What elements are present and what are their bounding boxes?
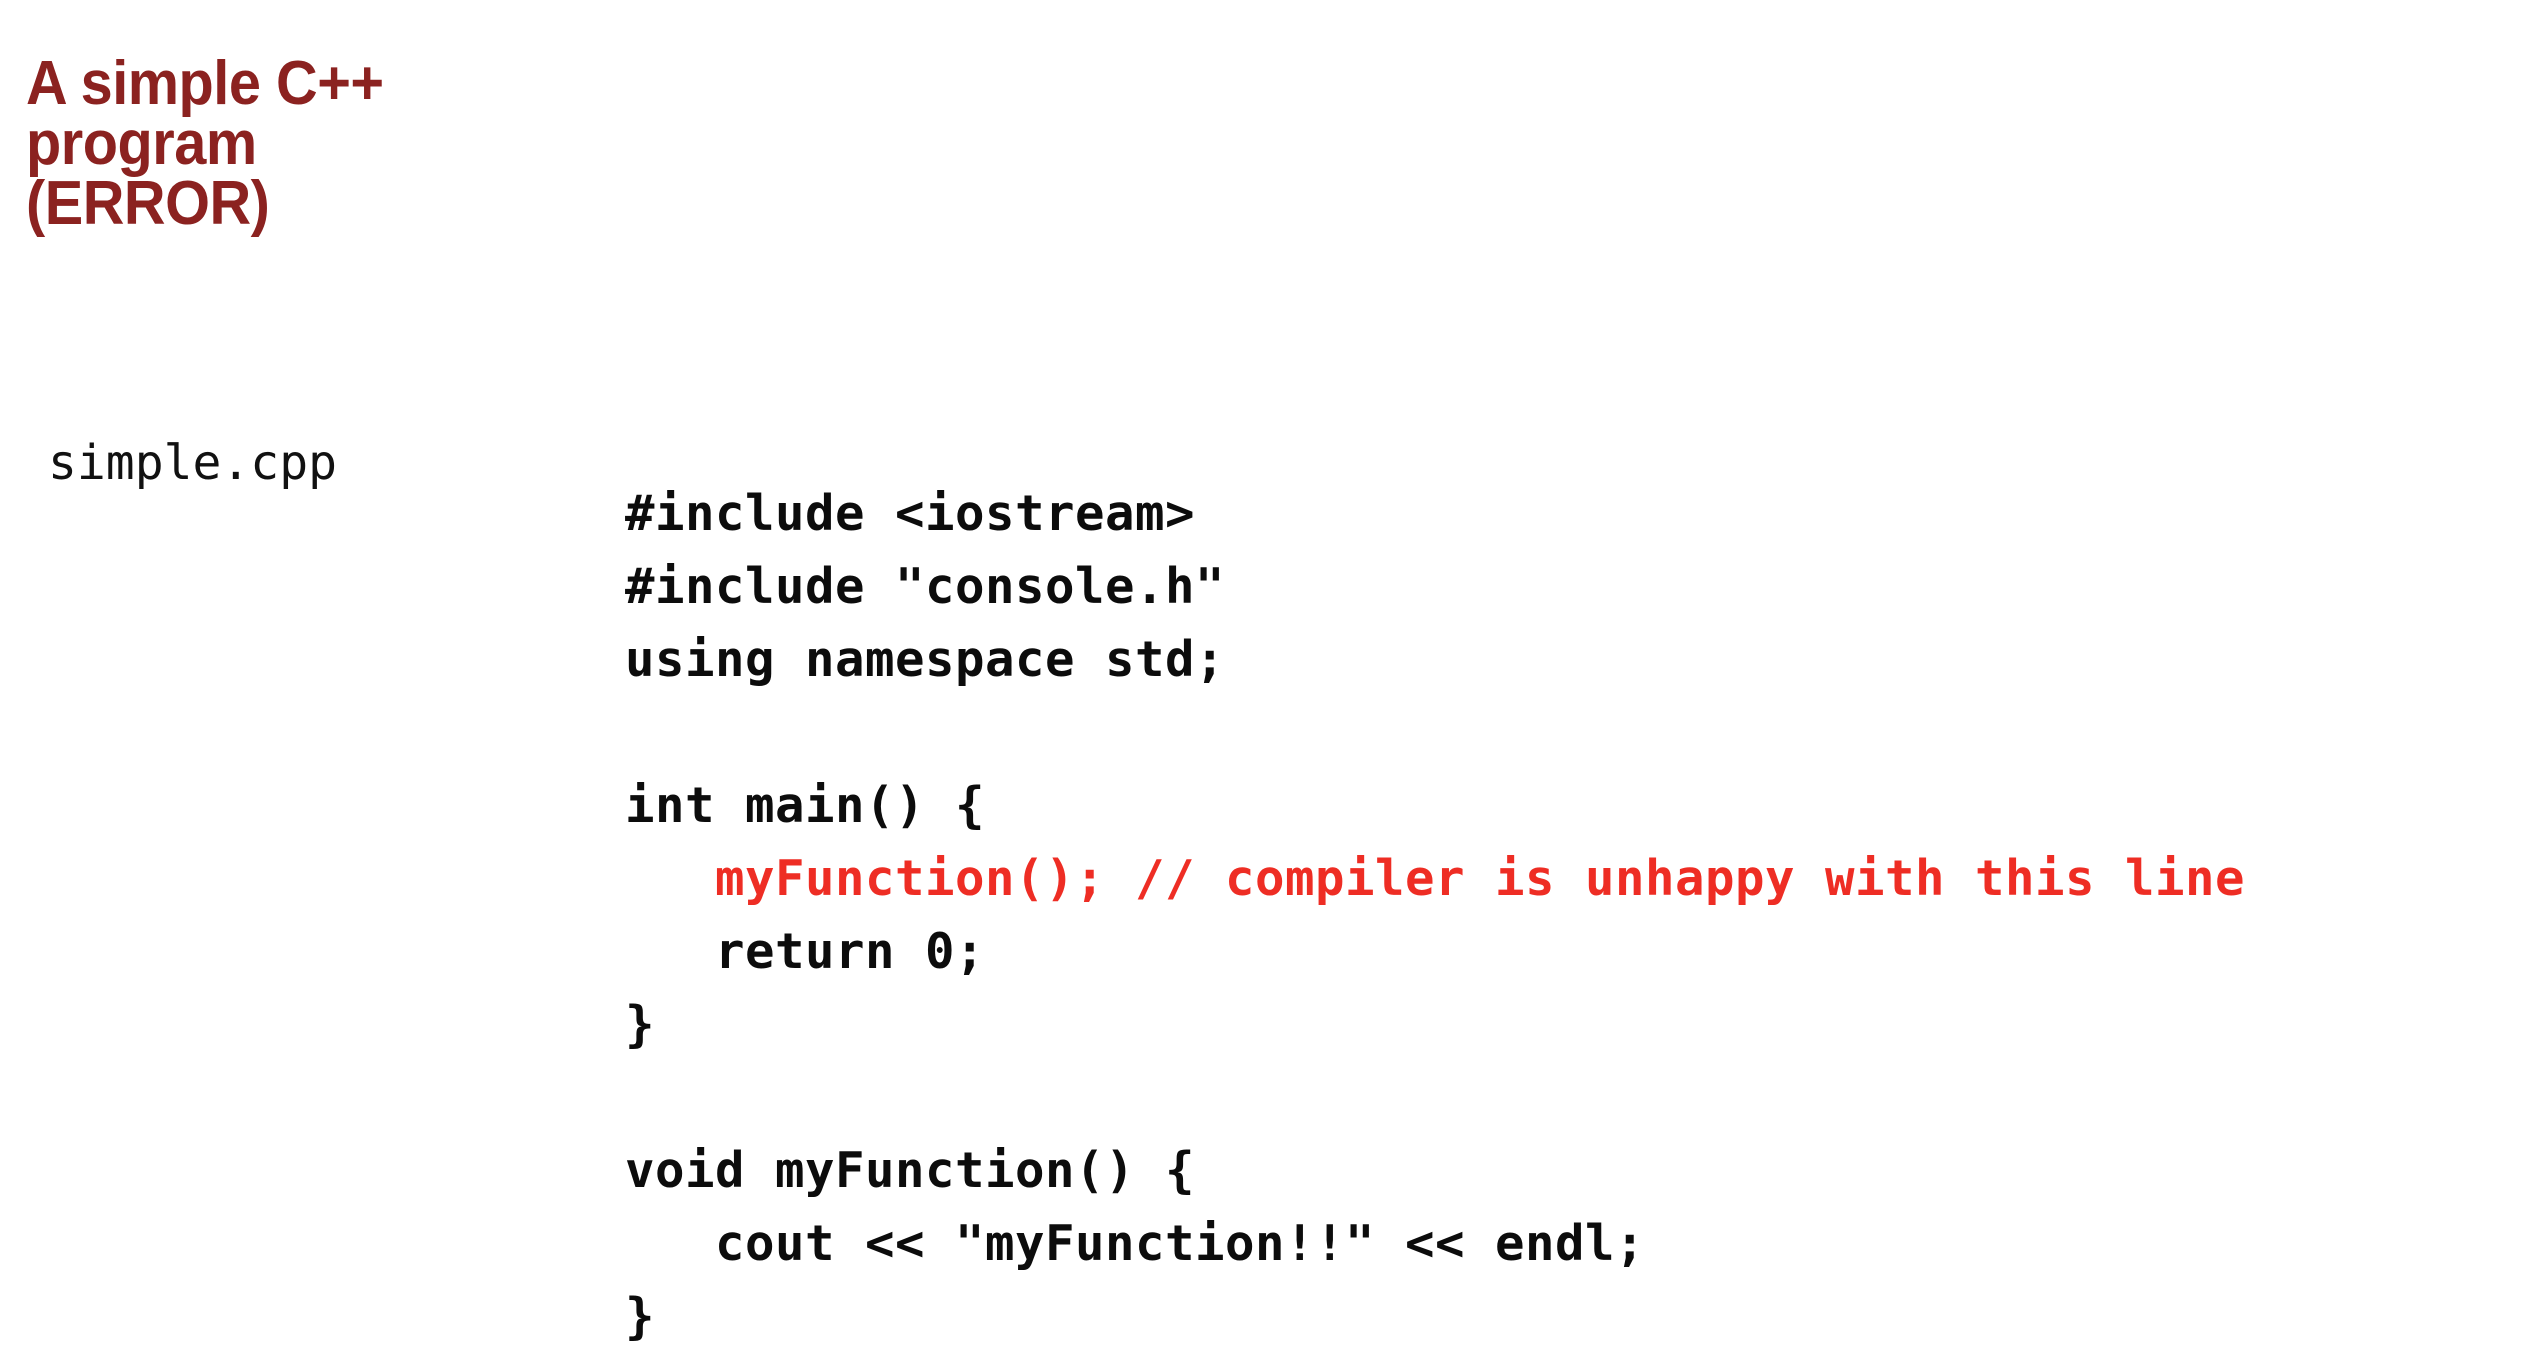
code-line: using namespace std; <box>625 631 1226 688</box>
slide-canvas: A simple C++ program (ERROR) simple.cpp … <box>0 0 2544 1345</box>
code-line: } <box>625 996 656 1053</box>
code-line: return 0; <box>625 923 986 980</box>
page-title: A simple C++ program (ERROR) <box>26 48 384 238</box>
code-line-error: myFunction(); // compiler is unhappy wit… <box>625 850 2246 907</box>
code-line: #include "console.h" <box>625 558 1226 615</box>
code-line: void myFunction() { <box>625 1142 1196 1199</box>
code-block: #include <iostream> #include "console.h" u… <box>625 477 2245 1353</box>
code-line: } <box>625 1288 656 1345</box>
code-line: cout << "myFunction!!" << endl; <box>625 1215 1646 1272</box>
code-line: int main() { <box>625 777 986 834</box>
source-file-label: simple.cpp <box>48 435 337 491</box>
code-line: #include <iostream> <box>625 485 1196 542</box>
